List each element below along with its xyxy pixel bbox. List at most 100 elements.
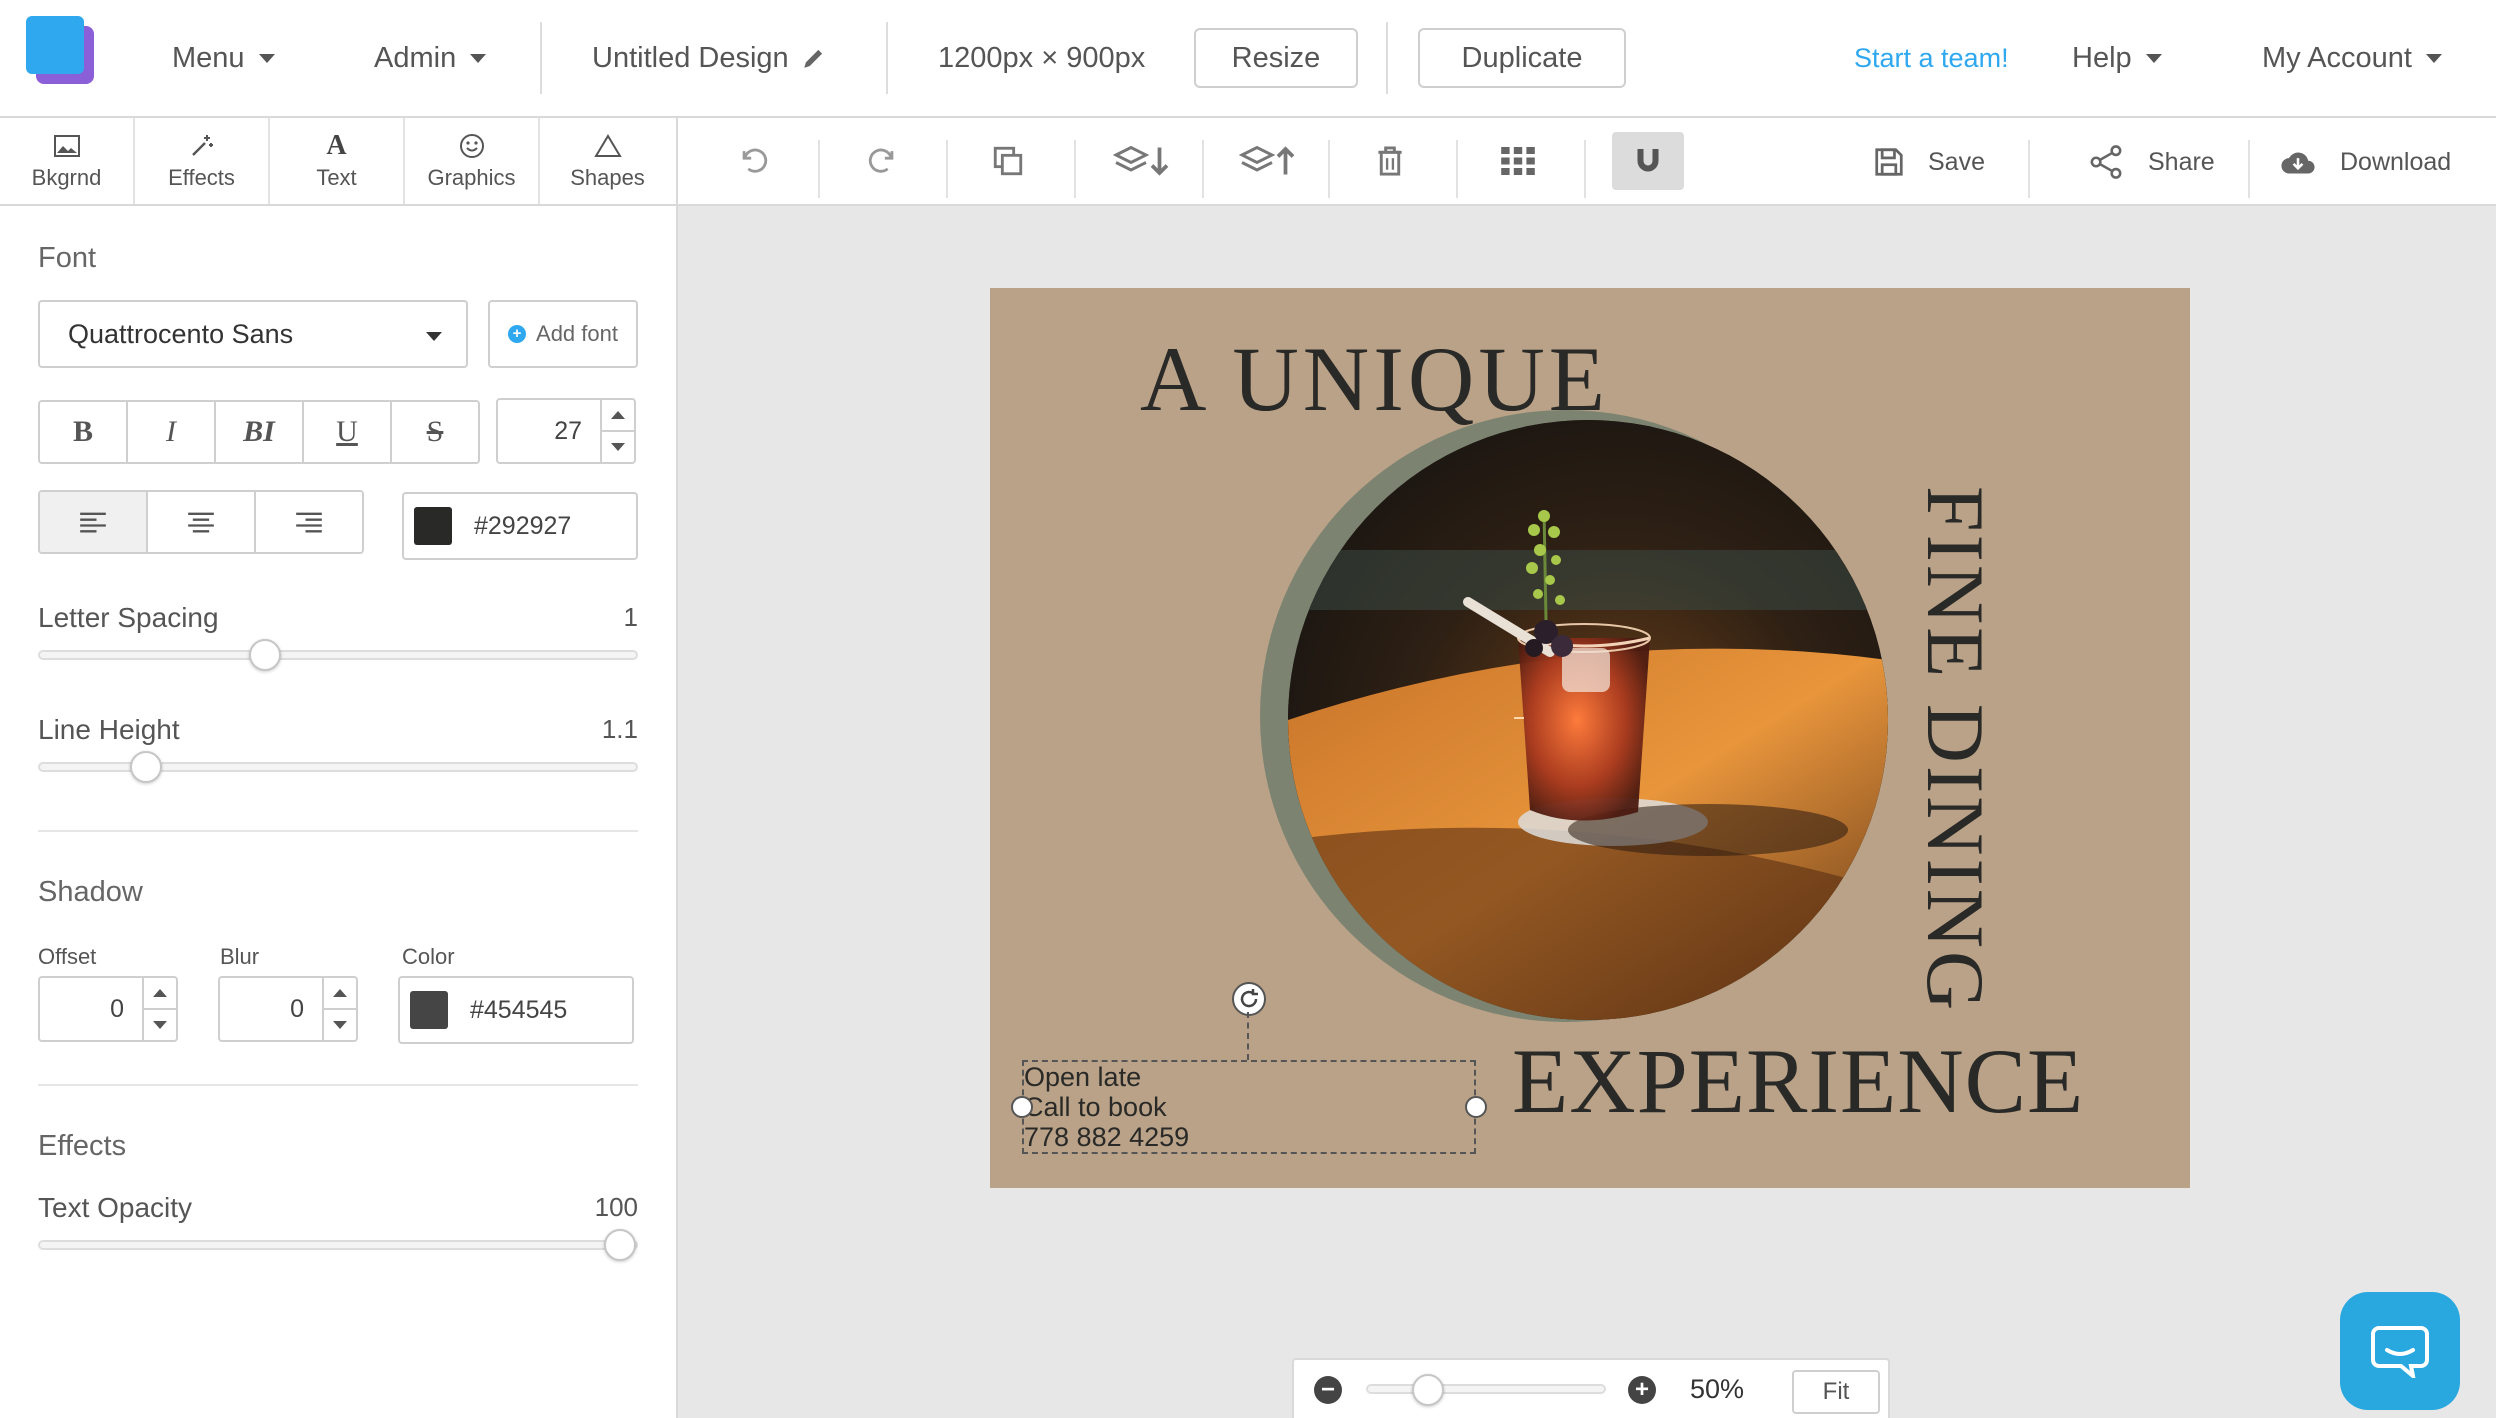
design-canvas[interactable]: A UNIQUE FINE DINING EXPERIENCE Open lat…: [990, 288, 2190, 1188]
line-height-slider[interactable]: [38, 751, 638, 783]
save-button[interactable]: Save: [1874, 118, 1985, 206]
slider-handle[interactable]: [249, 639, 281, 671]
rotate-handle[interactable]: [1232, 982, 1266, 1016]
plus-circle-icon: +: [508, 325, 527, 343]
cocktail-image: [1288, 420, 1888, 1020]
shadow-blur-value: 0: [290, 994, 304, 1023]
fit-button[interactable]: Fit: [1792, 1370, 1880, 1414]
shadow-blur-stepper[interactable]: 0: [218, 976, 358, 1042]
chat-button[interactable]: [2340, 1292, 2460, 1410]
align-center-icon: [188, 512, 214, 533]
slider-handle[interactable]: [1412, 1374, 1444, 1406]
selected-text-block[interactable]: Open late Call to book 778 882 4259: [1024, 1062, 1189, 1152]
shadow-offset-value: 0: [110, 994, 124, 1023]
font-size-stepper[interactable]: 27: [496, 398, 636, 464]
arrow-down-icon: [153, 1021, 167, 1029]
increment-button[interactable]: [144, 978, 176, 1010]
shadow-blur-label: Blur: [220, 944, 260, 969]
resize-handle-right[interactable]: [1465, 1096, 1487, 1118]
underline-button[interactable]: U: [304, 402, 392, 462]
account-label: My Account: [2262, 41, 2412, 74]
shadow-offset-stepper[interactable]: 0: [38, 976, 178, 1042]
font-section-title: Font: [38, 242, 97, 274]
slider-handle[interactable]: [130, 751, 162, 783]
admin-dropdown[interactable]: Admin: [374, 0, 487, 116]
undo-button[interactable]: [718, 132, 790, 190]
delete-button[interactable]: [1354, 132, 1426, 190]
text-color-picker[interactable]: #292927: [402, 492, 638, 560]
align-left-icon: [80, 512, 106, 533]
zoom-in-button[interactable]: +: [1628, 1376, 1656, 1404]
trash-icon: [1378, 146, 1402, 176]
divider: [38, 1084, 638, 1086]
add-font-button[interactable]: + Add font: [488, 300, 638, 368]
letter-spacing-slider[interactable]: [38, 639, 638, 671]
arrow-up-icon: [153, 989, 167, 997]
duplicate-button[interactable]: Duplicate: [1418, 28, 1626, 88]
design-title[interactable]: Untitled Design: [592, 0, 827, 116]
italic-button[interactable]: I: [128, 402, 216, 462]
account-dropdown[interactable]: My Account: [2262, 0, 2442, 116]
tab-label: Graphics: [427, 165, 516, 190]
heading-bottom-text[interactable]: EXPERIENCE: [1512, 1028, 2084, 1134]
shadow-color-value: #454545: [470, 995, 568, 1024]
cocktail-photo[interactable]: [1288, 420, 1888, 1020]
left-tab-bar: Bkgrnd Effects A Text Graphics Shapes: [0, 118, 678, 206]
font-family-select[interactable]: Quattrocento Sans: [38, 300, 468, 368]
app-logo[interactable]: [26, 16, 96, 86]
design-dimensions: 1200px × 900px: [938, 41, 1146, 74]
color-swatch: [414, 507, 452, 545]
grid-button[interactable]: [1482, 132, 1554, 190]
start-team-link[interactable]: Start a team!: [1854, 0, 2009, 116]
copy-icon: [993, 146, 1023, 176]
triangle-icon: [593, 134, 622, 157]
bold-button[interactable]: B: [40, 402, 128, 462]
undo-icon: [742, 148, 768, 173]
tab-shapes[interactable]: Shapes: [540, 118, 675, 204]
snap-toggle-button[interactable]: [1612, 132, 1684, 190]
zoom-slider[interactable]: [1366, 1374, 1606, 1406]
tab-graphics[interactable]: Graphics: [405, 118, 540, 204]
magic-wand-icon: [191, 135, 213, 156]
font-style-group: B I BI U S: [38, 400, 480, 464]
strikethrough-button[interactable]: S: [392, 402, 478, 462]
slider-handle[interactable]: [604, 1229, 636, 1261]
add-font-label: Add font: [536, 321, 618, 346]
decrement-button[interactable]: [144, 1010, 176, 1040]
send-backward-button[interactable]: [1102, 132, 1184, 190]
share-button[interactable]: Share: [2088, 118, 2215, 206]
divider: [886, 22, 888, 94]
align-right-icon: [296, 512, 322, 533]
tab-background[interactable]: Bkgrnd: [0, 118, 135, 204]
heading-side-text[interactable]: FINE DINING: [1908, 486, 2002, 1013]
help-dropdown[interactable]: Help: [2072, 0, 2162, 116]
letter-spacing-label: Letter Spacing: [38, 602, 219, 633]
share-label: Share: [2148, 147, 2215, 176]
zoom-out-button[interactable]: −: [1314, 1376, 1342, 1404]
bold-italic-button[interactable]: BI: [216, 402, 304, 462]
resize-button[interactable]: Resize: [1194, 28, 1358, 88]
tab-effects[interactable]: Effects: [135, 118, 270, 204]
redo-button[interactable]: [846, 132, 918, 190]
zoom-bar: − + 50% Fit: [1292, 1358, 1890, 1418]
resize-handle-left[interactable]: [1011, 1096, 1033, 1118]
pencil-icon: [803, 49, 822, 68]
menu-dropdown[interactable]: Menu: [172, 0, 275, 116]
increment-button[interactable]: [324, 978, 356, 1010]
shadow-color-picker[interactable]: #454545: [398, 976, 634, 1044]
increment-button[interactable]: [602, 400, 634, 432]
align-left-button[interactable]: [40, 492, 148, 552]
font-family-value: Quattrocento Sans: [68, 318, 294, 349]
decrement-button[interactable]: [324, 1010, 356, 1040]
bring-forward-button[interactable]: [1228, 132, 1310, 190]
align-right-button[interactable]: [256, 492, 362, 552]
download-button[interactable]: Download: [2280, 118, 2451, 206]
save-label: Save: [1928, 147, 1985, 176]
align-center-button[interactable]: [148, 492, 256, 552]
tab-text[interactable]: A Text: [270, 118, 405, 204]
decrement-button[interactable]: [602, 432, 634, 462]
chevron-down-icon: [258, 53, 275, 63]
magnet-icon: [1637, 149, 1659, 172]
text-opacity-slider[interactable]: [38, 1229, 638, 1261]
duplicate-element-button[interactable]: [972, 132, 1044, 190]
